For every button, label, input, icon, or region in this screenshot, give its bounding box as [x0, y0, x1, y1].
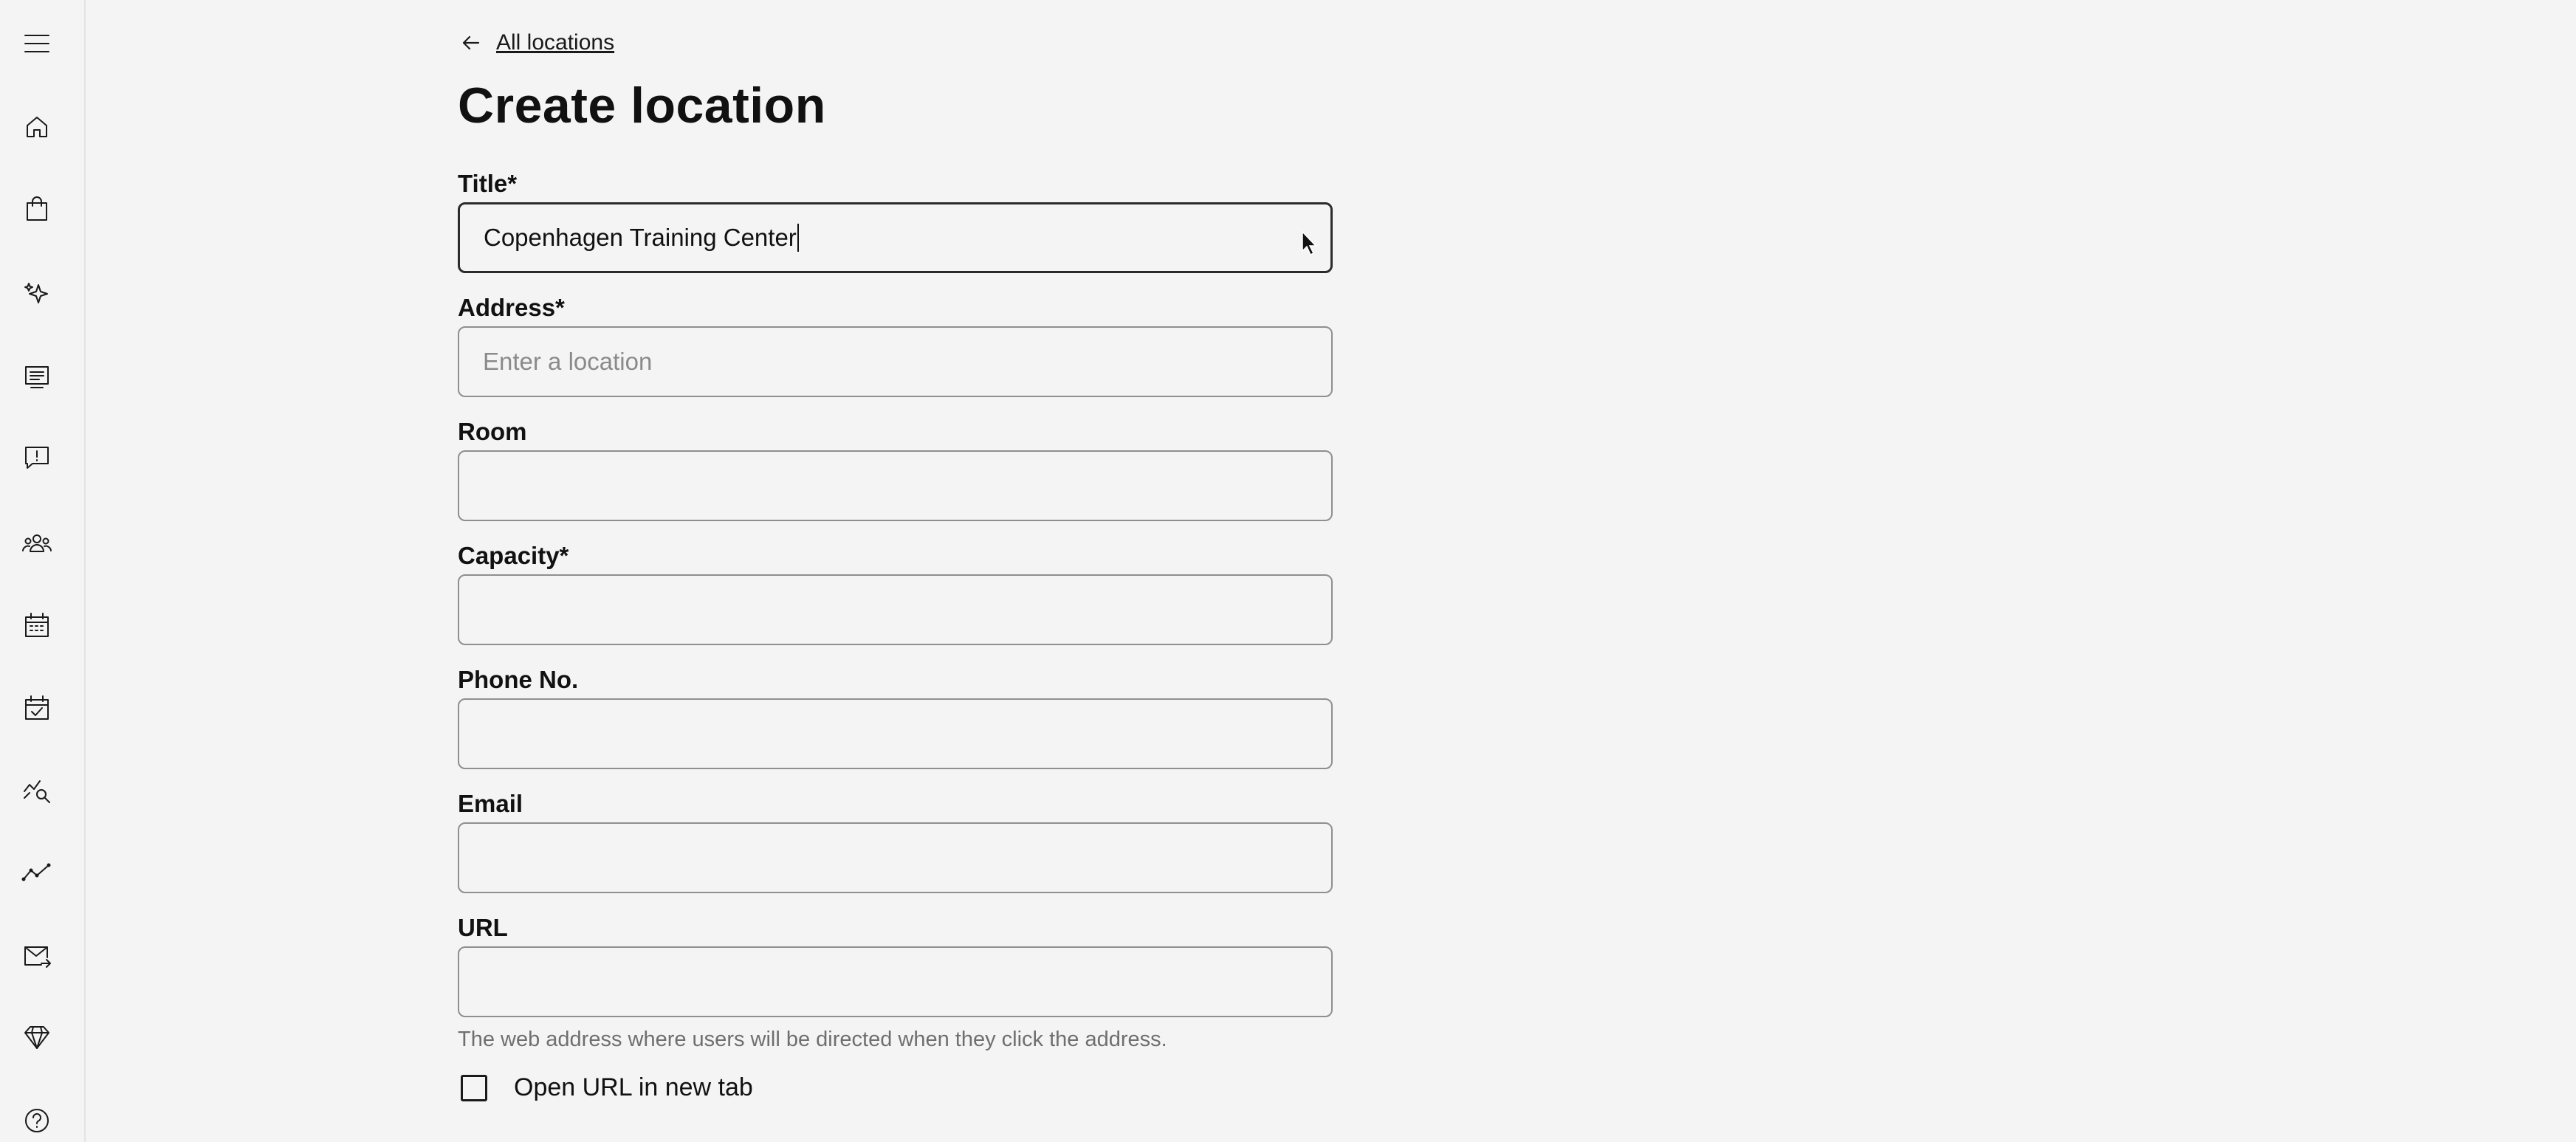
- diamond-icon[interactable]: [21, 1021, 53, 1053]
- sidebar: [0, 0, 86, 1142]
- sparkles-icon[interactable]: [21, 278, 53, 310]
- back-link[interactable]: All locations: [458, 30, 614, 56]
- email-input[interactable]: [458, 822, 1333, 893]
- trend-line-icon[interactable]: [21, 856, 53, 889]
- address-input[interactable]: Enter a location: [458, 326, 1333, 397]
- title-label: Title*: [458, 170, 518, 197]
- phone-label: Phone No.: [458, 666, 579, 693]
- text-caret: [797, 224, 799, 252]
- room-label: Room: [458, 418, 527, 445]
- mail-send-icon[interactable]: [21, 940, 53, 972]
- arrow-left-icon: [462, 35, 480, 50]
- open-new-tab-checkbox[interactable]: [461, 1074, 487, 1101]
- shopping-bag-icon[interactable]: [21, 193, 53, 225]
- room-input[interactable]: [458, 450, 1333, 521]
- url-label: URL: [458, 914, 508, 941]
- calendar-icon[interactable]: [21, 609, 53, 641]
- capacity-label: Capacity*: [458, 542, 569, 569]
- address-placeholder: Enter a location: [483, 348, 653, 375]
- url-help-text: The web address where users will be dire…: [458, 1028, 1167, 1051]
- url-input[interactable]: [458, 946, 1333, 1017]
- title-input[interactable]: Copenhagen Training Center: [458, 202, 1333, 273]
- title-input-value: Copenhagen Training Center: [484, 224, 797, 251]
- course-list-icon[interactable]: [21, 360, 53, 393]
- menu-icon[interactable]: [21, 27, 53, 60]
- phone-input[interactable]: [458, 698, 1333, 769]
- page-title: Create location: [458, 78, 826, 134]
- email-label: Email: [458, 790, 523, 817]
- home-icon[interactable]: [21, 111, 53, 143]
- open-new-tab-option[interactable]: Open URL in new tab: [461, 1073, 753, 1102]
- calendar-check-icon[interactable]: [21, 692, 53, 724]
- capacity-input[interactable]: [458, 574, 1333, 645]
- address-label: Address*: [458, 294, 565, 321]
- help-icon[interactable]: [21, 1104, 53, 1137]
- back-link-label[interactable]: All locations: [496, 30, 614, 55]
- mouse-pointer-icon: [1302, 230, 1317, 256]
- users-group-icon[interactable]: [21, 527, 53, 560]
- feedback-alert-icon[interactable]: [21, 441, 53, 474]
- open-new-tab-label[interactable]: Open URL in new tab: [514, 1073, 753, 1102]
- analytics-search-icon[interactable]: [21, 774, 53, 806]
